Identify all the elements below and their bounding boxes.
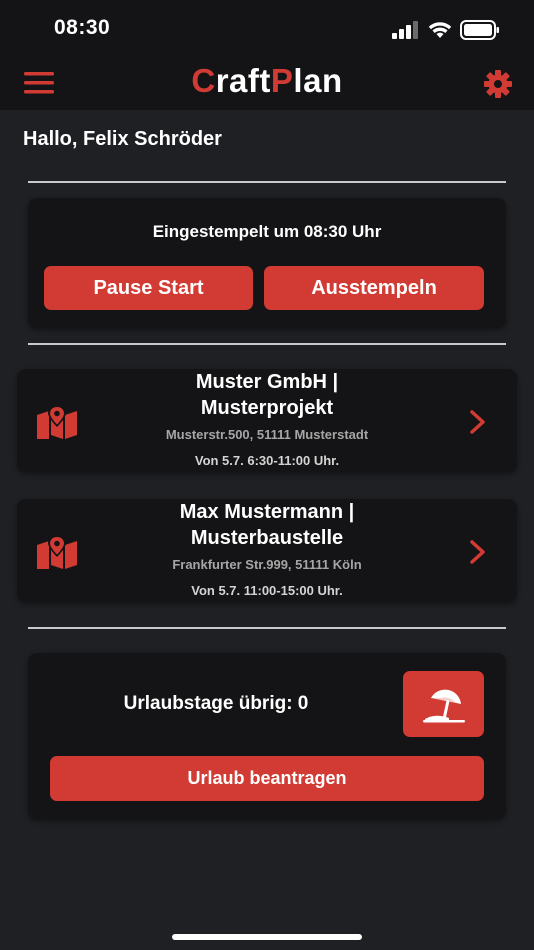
divider	[28, 627, 506, 629]
vacation-days-text: Urlaubstage übrig: 0	[123, 693, 309, 714]
greeting-text: Hallo, Felix Schröder	[23, 128, 222, 150]
project-time: Von 5.7. 6:30-11:00 Uhr.	[194, 453, 340, 468]
status-bar: 08:30	[0, 0, 534, 58]
wifi-icon	[428, 22, 452, 38]
battery-icon	[460, 20, 499, 40]
pause-start-button[interactable]: Pause Start	[44, 266, 253, 310]
status-time: 08:30	[54, 16, 111, 39]
chevron-right-icon	[470, 410, 485, 434]
clock-status-text: Eingestempelt um 08:30 Uhr	[152, 222, 382, 241]
brand-part-1: raft	[215, 62, 271, 99]
home-indicator[interactable]	[172, 934, 362, 940]
chevron-right-icon	[470, 540, 485, 564]
project-card-2[interactable]: Max Mustermann | Musterbaustelle Frankfu…	[17, 499, 517, 602]
project-name: Musterbaustelle	[190, 527, 344, 549]
project-client: Max Mustermann |	[179, 501, 355, 523]
settings-button[interactable]	[482, 68, 514, 100]
brand-part-2: lan	[293, 62, 343, 99]
clock-out-button[interactable]: Ausstempeln	[264, 266, 484, 310]
project-card-1[interactable]: Muster GmbH | Musterprojekt Musterstr.50…	[17, 369, 517, 472]
app-header: CraftPlan	[0, 58, 534, 110]
app-title: CraftPlan	[0, 62, 534, 100]
status-icons	[392, 18, 500, 42]
divider	[28, 343, 506, 345]
gear-icon	[484, 70, 512, 98]
map-pin-icon	[37, 535, 77, 569]
vacation-card: Urlaubstage übrig: 0 Urlaub beantragen	[28, 653, 506, 819]
project-title: Muster GmbH | Musterprojekt	[87, 369, 447, 421]
project-name: Musterprojekt	[200, 397, 334, 419]
brand-letter-c: C	[191, 62, 216, 99]
vacation-overview-button[interactable]	[403, 671, 484, 737]
beach-umbrella-icon	[422, 689, 465, 723]
brand-letter-p: P	[270, 62, 294, 99]
project-address: Frankfurter Str.999, 51111 Köln	[172, 557, 362, 572]
project-time: Von 5.7. 11:00-15:00 Uhr.	[191, 583, 343, 598]
project-client: Muster GmbH |	[195, 371, 339, 393]
request-vacation-button[interactable]: Urlaub beantragen	[50, 756, 484, 801]
signal-icon	[392, 21, 418, 39]
divider	[28, 181, 506, 183]
project-address: Musterstr.500, 51111 Musterstadt	[165, 427, 369, 442]
clock-card: Eingestempelt um 08:30 Uhr Pause Start A…	[28, 198, 506, 328]
project-title: Max Mustermann | Musterbaustelle	[87, 499, 447, 551]
map-pin-icon	[37, 405, 77, 439]
